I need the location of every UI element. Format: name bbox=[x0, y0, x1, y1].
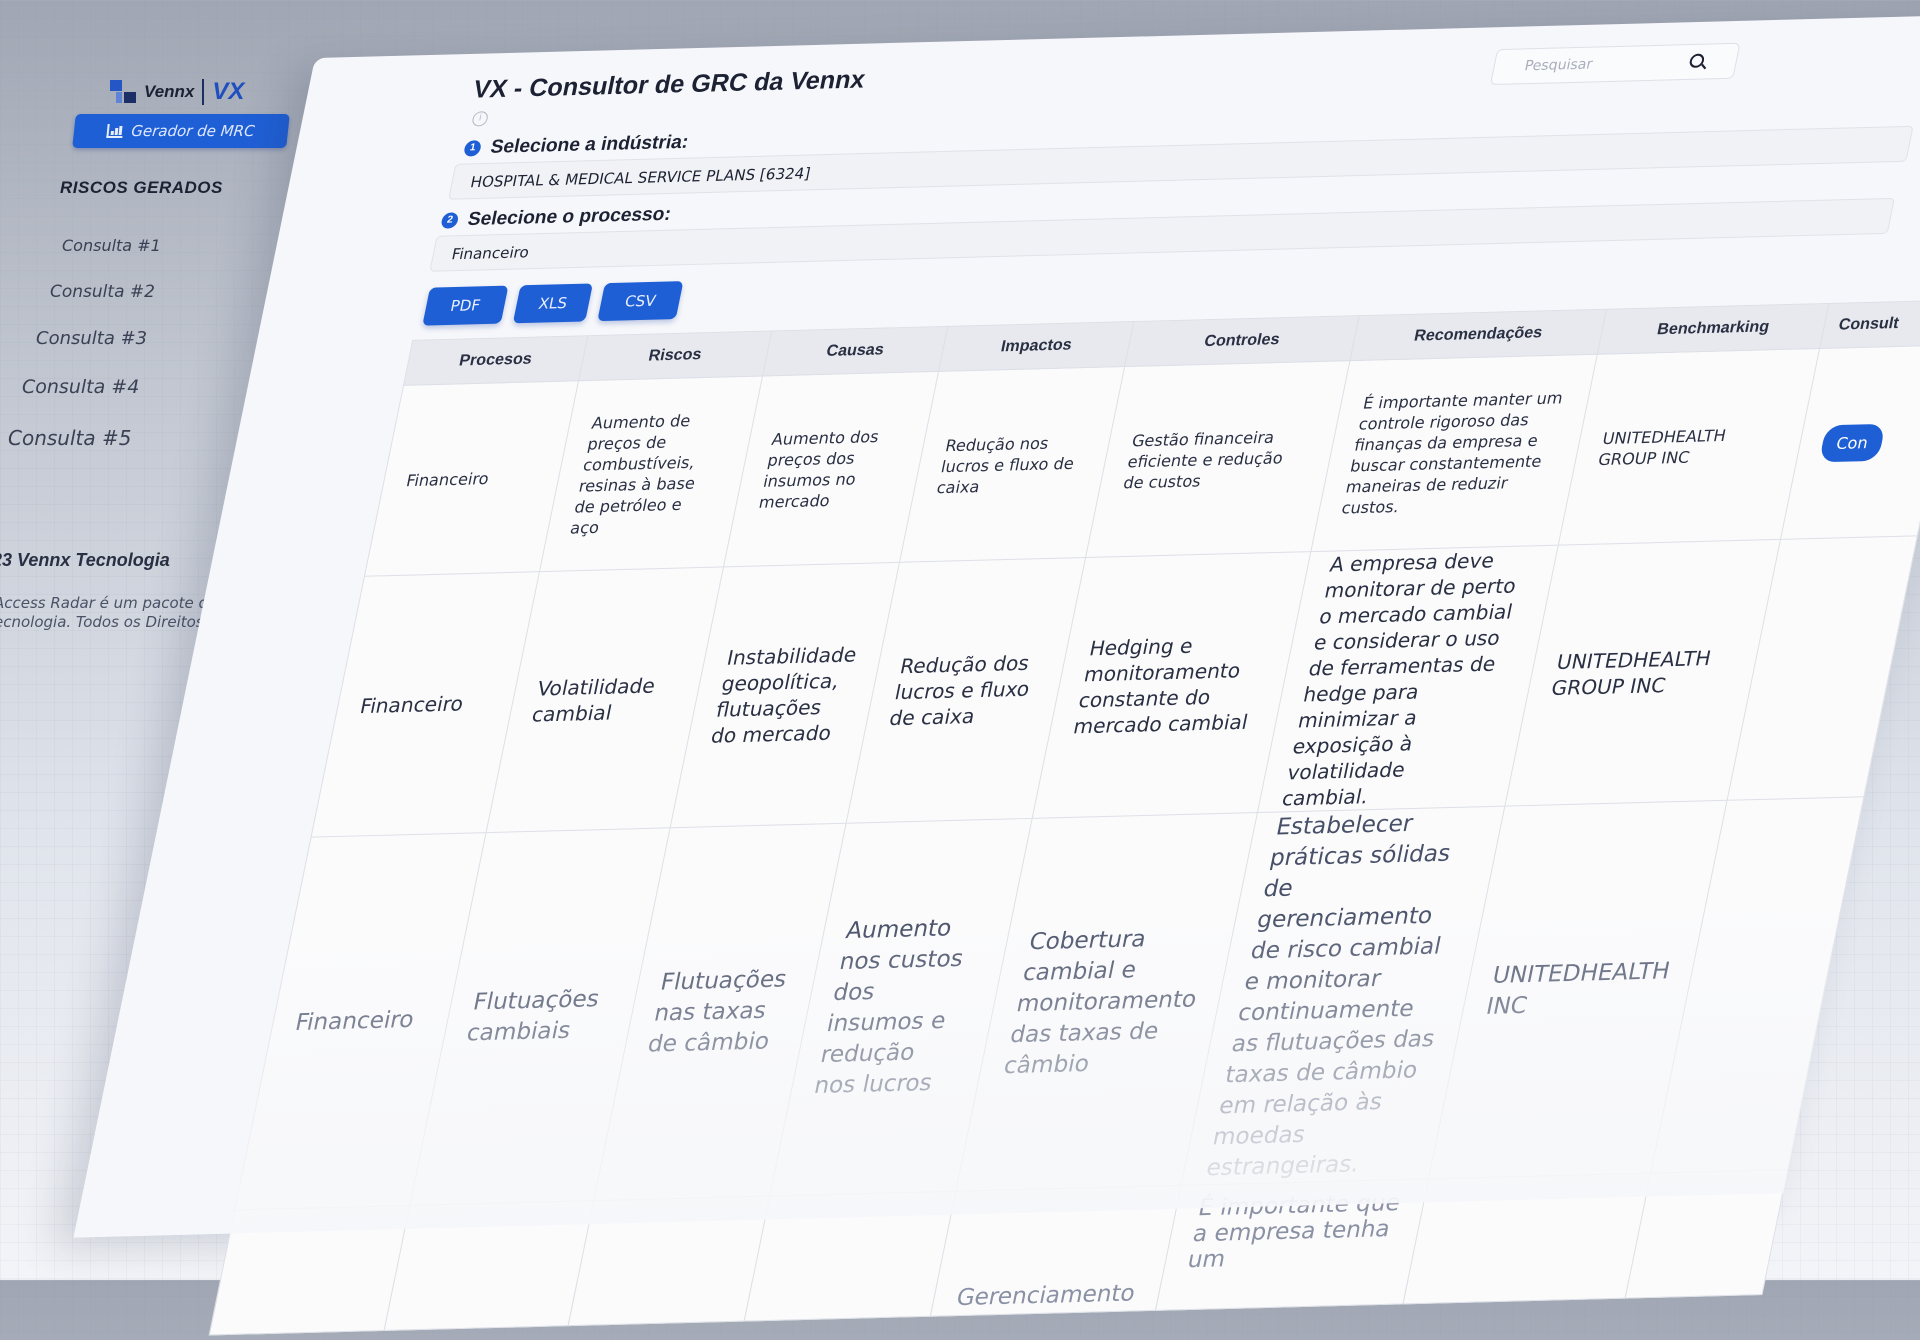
process-label-text: Selecione o processo: bbox=[465, 203, 673, 231]
table-row: Financeiro Volatilidade cambial Instabil… bbox=[311, 535, 1918, 838]
step-2-badge: 2 bbox=[440, 212, 460, 229]
logo-product: VX bbox=[212, 78, 245, 105]
industry-label: Selecione a indústria: bbox=[488, 131, 691, 158]
footer-copyright: 23 Vennx Tecnologia bbox=[0, 550, 170, 570]
query-label: Consulta #1 bbox=[62, 236, 161, 255]
column-header[interactable]: Impactos bbox=[938, 321, 1135, 372]
cause-cell bbox=[568, 1196, 770, 1326]
query-label: Consulta #4 bbox=[22, 376, 140, 398]
column-header[interactable]: Procesos bbox=[403, 335, 588, 386]
column-header[interactable]: Consult bbox=[1819, 299, 1920, 349]
logo-brand: Vennx bbox=[144, 82, 195, 101]
control-cell: Gestão financeira eficiente e redução de… bbox=[1085, 360, 1350, 558]
risk-table: Procesos Riscos Causas Impactos Controle… bbox=[209, 299, 1920, 1335]
benchmarking-cell: UNITEDHEALTH GROUP INC bbox=[1558, 348, 1820, 546]
recommendation-cell: É importante manter um controle rigoroso… bbox=[1310, 354, 1598, 552]
column-header[interactable]: Causas bbox=[762, 326, 948, 376]
benchmarking-cell bbox=[1403, 1173, 1651, 1304]
consult-cell bbox=[1625, 1169, 1788, 1299]
step-1-badge: 1 bbox=[462, 140, 483, 157]
query-label: Consulta #2 bbox=[50, 282, 155, 302]
logo-divider bbox=[202, 79, 205, 105]
consult-button[interactable]: Con bbox=[1818, 423, 1886, 462]
info-icon[interactable]: i bbox=[471, 111, 490, 127]
table-row: Financeiro Flutuações cambiais Flutuaçõe… bbox=[234, 796, 1864, 1211]
page-title: VX - Consultor de GRC da Vennx bbox=[470, 65, 868, 104]
export-pdf-button[interactable]: PDF bbox=[422, 285, 509, 326]
process-cell bbox=[209, 1205, 410, 1335]
mrc-generator-button[interactable]: Gerador de MRC bbox=[72, 114, 290, 148]
main-panel: VX - Consultor de GRC da Vennx i Pesquis… bbox=[73, 13, 1920, 1335]
recommendation-cell: É importante que a empresa tenha um bbox=[1155, 1178, 1429, 1311]
export-xls-button[interactable]: XLS bbox=[512, 283, 593, 324]
chart-icon bbox=[106, 124, 125, 138]
impact-cell bbox=[743, 1191, 957, 1322]
search-input[interactable]: Pesquisar bbox=[1523, 57, 1594, 75]
column-header[interactable]: Recomendações bbox=[1349, 309, 1607, 361]
process-step-label: 2 Financeiro Selecione o processo: bbox=[439, 203, 673, 232]
search-box[interactable]: Pesquisar bbox=[1489, 42, 1741, 86]
mrc-generator-label: Gerador de MRC bbox=[130, 122, 256, 140]
vennx-logo-icon bbox=[110, 80, 136, 104]
search-icon[interactable] bbox=[1688, 53, 1706, 68]
generated-risks-title: RISCOS GERADOS bbox=[60, 178, 223, 197]
column-header[interactable]: Benchmarking bbox=[1597, 303, 1829, 355]
query-label: Consulta #5 bbox=[8, 426, 132, 450]
logo[interactable]: Vennx VX bbox=[110, 78, 244, 106]
column-header[interactable]: Riscos bbox=[578, 330, 772, 381]
control-cell: Gerenciamento bbox=[930, 1185, 1181, 1317]
column-header[interactable]: Controles bbox=[1124, 315, 1359, 367]
industry-step-label: 1 Selecione a indústria: bbox=[462, 132, 690, 160]
risk-cell bbox=[383, 1200, 594, 1331]
query-label: Consulta #3 bbox=[36, 328, 148, 349]
export-csv-button[interactable]: CSV bbox=[597, 281, 684, 322]
